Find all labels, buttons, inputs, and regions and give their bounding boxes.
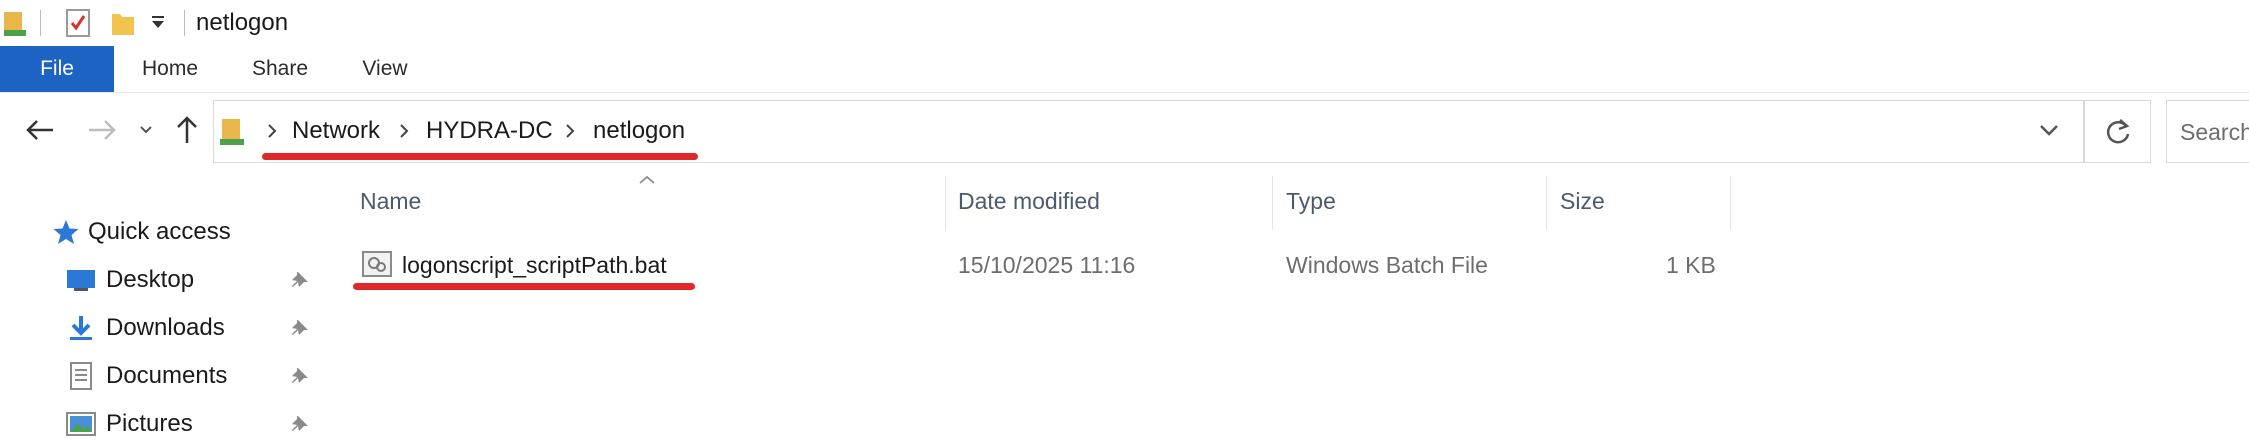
sort-ascending-icon [638, 172, 656, 190]
file-list: Name Date modified Type Size logonscript… [320, 170, 2249, 443]
forward-arrow-icon [89, 120, 116, 140]
new-folder-icon[interactable] [110, 8, 136, 43]
breadcrumb-separator-icon [266, 121, 278, 146]
sidebar-item-label: Pictures [106, 410, 193, 437]
navigation-pane: Quick access Desktop Downloads Documents… [0, 170, 320, 443]
sidebar-item-quick-access[interactable]: Quick access [52, 210, 231, 254]
ribbon: File Home Share View [0, 46, 2249, 93]
file-name[interactable]: logonscript_scriptPath.bat [402, 252, 667, 279]
batch-file-icon [362, 250, 392, 283]
up-arrow-icon [177, 116, 197, 143]
sidebar-item-label: Downloads [106, 314, 225, 341]
breadcrumb-network[interactable]: Network [292, 117, 380, 145]
file-date-modified: 15/10/2025 11:16 [958, 252, 1136, 278]
address-history-dropdown-icon[interactable] [2039, 123, 2059, 142]
download-icon [70, 316, 92, 340]
breadcrumb-separator-icon [398, 121, 410, 146]
column-divider[interactable] [1546, 176, 1547, 230]
tab-view[interactable]: View [350, 46, 420, 92]
breadcrumb-netlogon[interactable]: netlogon [593, 117, 685, 145]
star-icon [53, 220, 79, 244]
column-divider[interactable] [1730, 176, 1731, 230]
refresh-button[interactable] [2084, 100, 2151, 163]
tab-home[interactable]: Home [128, 46, 212, 92]
toolbar-divider [40, 10, 41, 36]
refresh-icon [2106, 118, 2129, 143]
desktop-icon [67, 270, 95, 291]
sidebar-item-desktop[interactable]: Desktop [66, 258, 320, 302]
chevron-down-icon [140, 126, 152, 134]
column-header-name[interactable]: Name [360, 188, 421, 215]
pin-icon[interactable] [290, 366, 310, 386]
back-button[interactable] [20, 110, 60, 150]
sidebar-item-documents[interactable]: Documents [66, 354, 320, 398]
search-box[interactable]: Search [2166, 100, 2249, 163]
tab-file[interactable]: File [0, 46, 114, 92]
column-divider[interactable] [945, 176, 946, 230]
pin-icon[interactable] [290, 270, 310, 290]
sidebar-item-downloads[interactable]: Downloads [66, 306, 320, 350]
pin-icon[interactable] [290, 318, 310, 338]
sidebar-item-label: Desktop [106, 266, 195, 293]
forward-button[interactable] [82, 110, 122, 150]
tab-share[interactable]: Share [242, 46, 318, 92]
column-header-date-modified[interactable]: Date modified [958, 188, 1100, 215]
column-header-type[interactable]: Type [1286, 188, 1336, 215]
breadcrumb-separator-icon [564, 121, 576, 146]
search-placeholder: Search [2180, 119, 2249, 145]
column-divider[interactable] [1272, 176, 1273, 230]
sidebar-item-label: Documents [106, 362, 228, 389]
sidebar-item-pictures[interactable]: Pictures [66, 402, 320, 446]
documents-icon [70, 362, 92, 390]
properties-icon[interactable] [64, 8, 92, 43]
network-location-icon [220, 115, 244, 154]
customize-toolbar-icon[interactable] [150, 14, 166, 37]
pin-icon[interactable] [290, 414, 310, 434]
annotation-underline-path [262, 153, 698, 160]
up-button[interactable] [172, 110, 202, 150]
back-arrow-icon [26, 120, 53, 140]
window-title: netlogon [196, 9, 289, 36]
column-header-size[interactable]: Size [1560, 188, 1605, 215]
recent-locations-button[interactable] [134, 110, 158, 150]
breadcrumb-hydra-dc[interactable]: HYDRA-DC [426, 117, 553, 145]
sidebar-item-label: Quick access [88, 218, 231, 245]
file-type: Windows Batch File [1286, 252, 1488, 278]
file-size: 1 KB [1666, 252, 1716, 278]
toolbar-divider [184, 10, 185, 36]
pictures-icon [66, 412, 96, 436]
app-folder-icon [2, 8, 26, 43]
title-bar: netlogon [0, 0, 2249, 46]
